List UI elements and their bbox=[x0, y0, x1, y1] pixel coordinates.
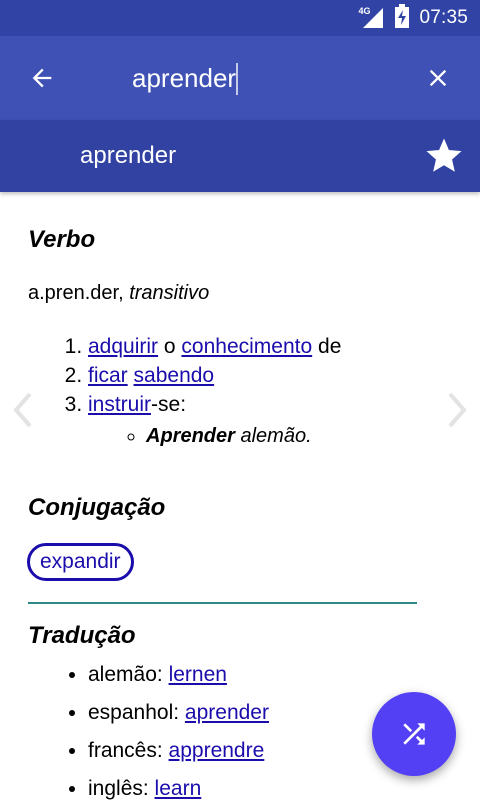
star-icon bbox=[426, 138, 462, 172]
chevron-right-icon bbox=[448, 392, 467, 428]
translation-language: inglês: bbox=[88, 777, 149, 800]
definition-item: instruir-se: Aprender alemão. bbox=[88, 390, 341, 451]
status-time: 07:35 bbox=[419, 7, 468, 28]
battery-charging-icon bbox=[395, 3, 410, 33]
translation-link[interactable]: lernen bbox=[169, 663, 227, 686]
definition-link[interactable]: adquirir bbox=[88, 335, 158, 358]
example-rest: alemão. bbox=[240, 425, 312, 447]
definition-link[interactable]: ficar bbox=[88, 364, 128, 387]
translation-item: alemão: lernen bbox=[88, 656, 269, 694]
translation-language: alemão: bbox=[88, 663, 163, 686]
text-cursor bbox=[236, 63, 238, 95]
network-label: 4G bbox=[358, 6, 371, 16]
translation-language: francês: bbox=[88, 739, 163, 762]
status-bar: 4G 07:35 bbox=[0, 0, 480, 36]
clear-search-button[interactable] bbox=[420, 60, 456, 96]
expand-conjugation-button[interactable]: expandir bbox=[27, 543, 134, 581]
chevron-left-icon bbox=[13, 392, 32, 428]
definition-suffix: -se: bbox=[151, 393, 187, 416]
next-word-button[interactable] bbox=[442, 390, 472, 430]
transitivity: transitivo bbox=[129, 282, 210, 304]
translation-item: espanhol: aprender bbox=[88, 694, 269, 732]
back-button[interactable] bbox=[24, 60, 60, 96]
translation-heading: Tradução bbox=[28, 622, 136, 649]
part-of-speech-heading: Verbo bbox=[28, 226, 96, 253]
word-title: aprender bbox=[80, 142, 177, 169]
definition-link[interactable]: instruir bbox=[88, 393, 151, 416]
pronunciation: a.pren.der, transitivo bbox=[28, 282, 209, 305]
example-item: Aprender alemão. bbox=[146, 421, 341, 451]
word-header: aprender bbox=[0, 120, 480, 192]
favorite-button[interactable] bbox=[420, 132, 468, 180]
translation-link[interactable]: apprendre bbox=[169, 739, 265, 762]
example-bold: Aprender bbox=[146, 425, 235, 447]
arrow-back-icon bbox=[32, 68, 52, 88]
signal-icon: 4G bbox=[358, 6, 385, 30]
definition-list: adquirir o conhecimento de ficar sabendo… bbox=[60, 332, 341, 451]
translation-link[interactable]: aprender bbox=[185, 701, 269, 724]
shuffle-icon bbox=[403, 723, 425, 745]
definition-link[interactable]: conhecimento bbox=[181, 335, 312, 358]
section-divider bbox=[28, 602, 417, 604]
conjugation-heading: Conjugação bbox=[28, 494, 166, 521]
definition-link[interactable]: sabendo bbox=[134, 364, 215, 387]
translation-item: inglês: learn bbox=[88, 770, 269, 800]
syllables: a.pren.der bbox=[28, 282, 119, 304]
random-word-button[interactable] bbox=[372, 692, 456, 776]
definition-item: adquirir o conhecimento de bbox=[88, 332, 341, 361]
search-toolbar bbox=[0, 36, 480, 120]
translation-link[interactable]: learn bbox=[155, 777, 202, 800]
example-list: Aprender alemão. bbox=[88, 421, 341, 451]
translation-item: francês: apprendre bbox=[88, 732, 269, 770]
previous-word-button[interactable] bbox=[8, 390, 38, 430]
definition-connector: o bbox=[163, 335, 176, 358]
translation-language: espanhol: bbox=[88, 701, 180, 724]
close-icon bbox=[429, 69, 447, 87]
definition-item: ficar sabendo bbox=[88, 361, 341, 390]
syllables-separator: , bbox=[118, 282, 124, 304]
status-icons: 4G 07:35 bbox=[358, 0, 468, 36]
search-input[interactable] bbox=[132, 60, 402, 96]
definition-suffix: de bbox=[318, 335, 342, 358]
translation-list: alemão: lernen espanhol: aprender francê… bbox=[60, 656, 269, 800]
